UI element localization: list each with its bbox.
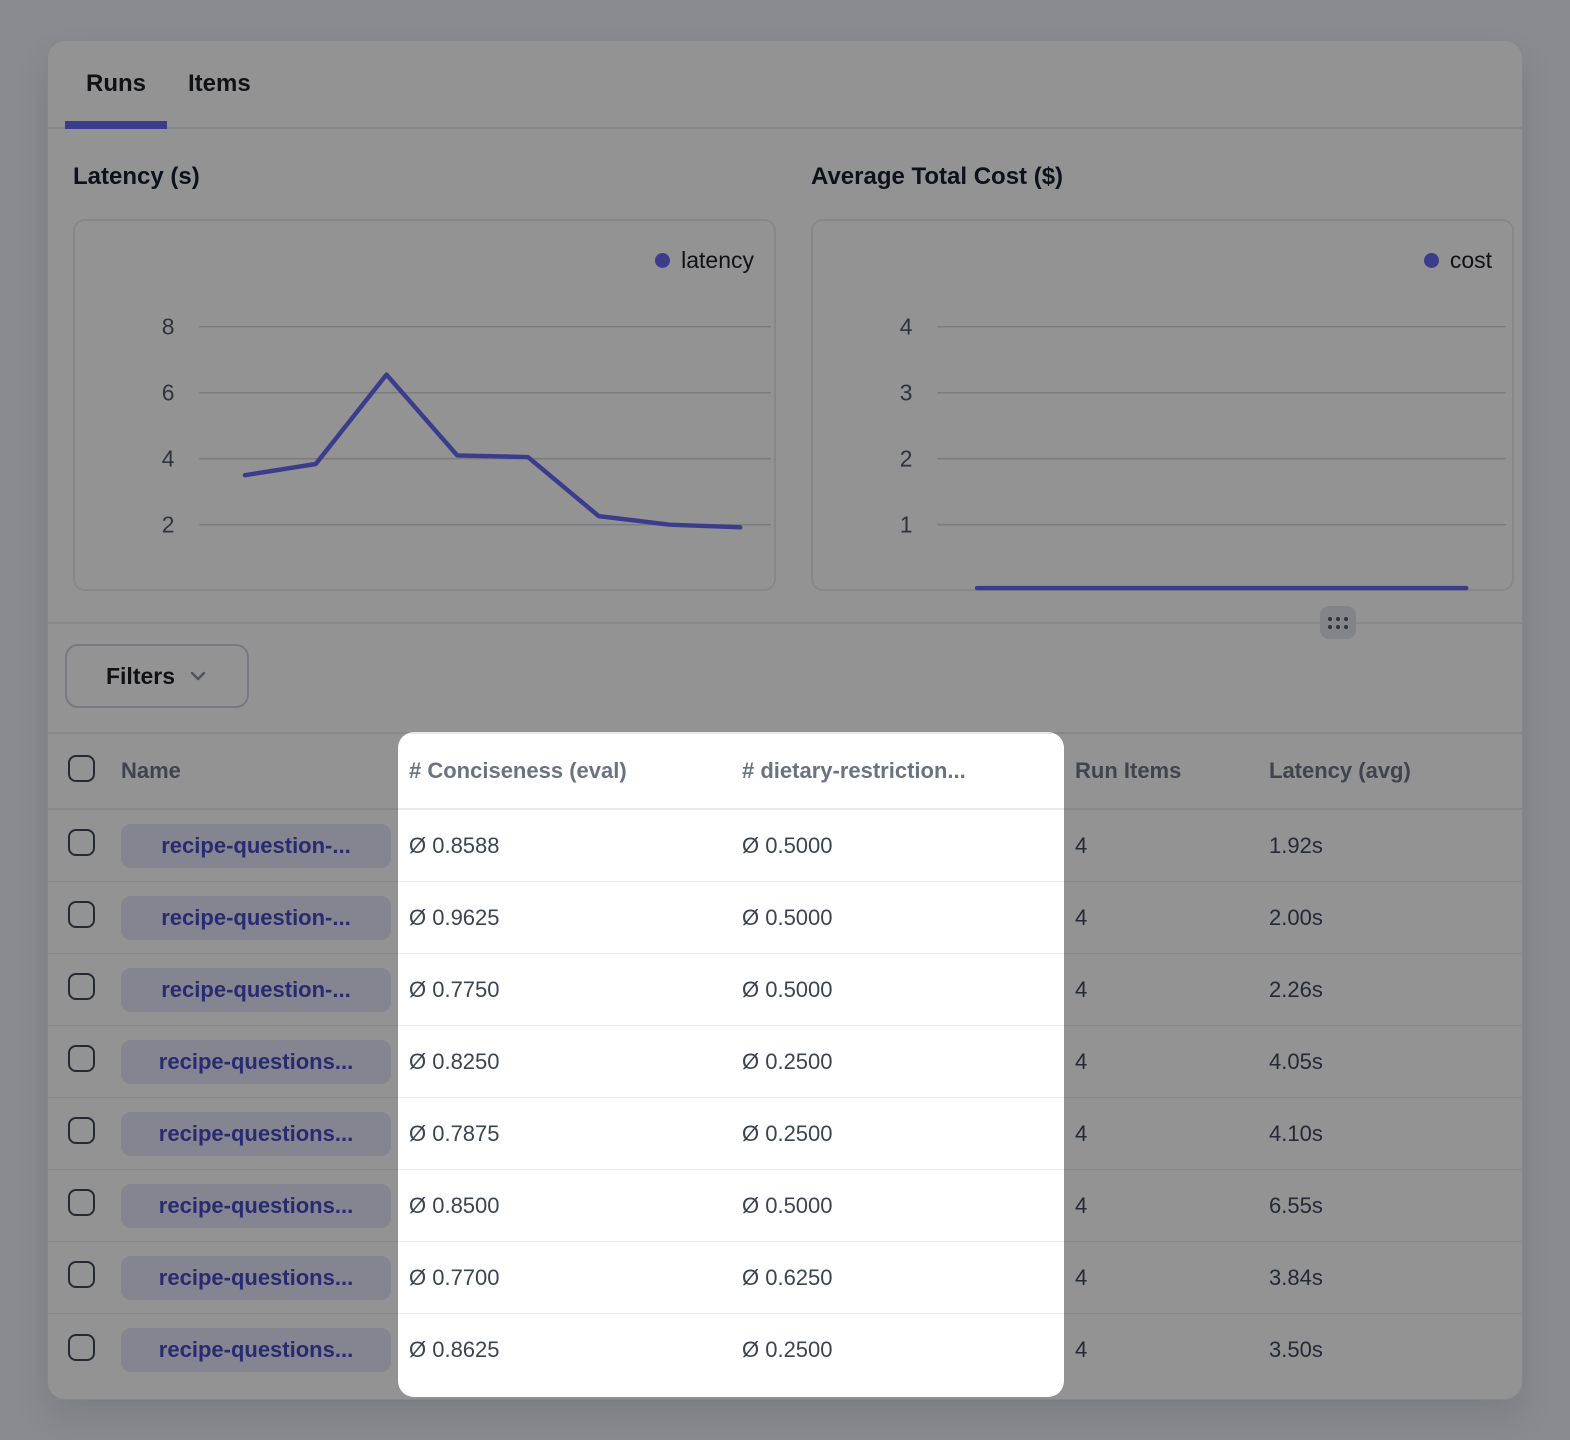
run-name-badge[interactable]: recipe-questions... — [121, 1328, 391, 1372]
latency-value: 4.05s — [1259, 1049, 1522, 1075]
row-checkbox[interactable] — [68, 1334, 95, 1361]
conciseness-value: Ø 0.8500 — [399, 1193, 732, 1219]
column-header-latency[interactable]: Latency (avg) — [1259, 758, 1522, 784]
column-header-run-items[interactable]: Run Items — [1065, 758, 1259, 784]
table-row[interactable]: recipe-questions... Ø 0.8250 Ø 0.2500 4 … — [48, 1026, 1522, 1098]
svg-text:1: 1 — [900, 512, 913, 538]
filters-button-label: Filters — [106, 663, 175, 690]
column-header-dietary-restriction[interactable]: # dietary-restriction... — [732, 758, 1065, 784]
row-checkbox[interactable] — [68, 1189, 95, 1216]
row-checkbox[interactable] — [68, 901, 95, 928]
svg-text:4: 4 — [162, 446, 175, 472]
dietary-value: Ø 0.2500 — [732, 1049, 1065, 1075]
row-checkbox[interactable] — [68, 1261, 95, 1288]
svg-text:2: 2 — [900, 446, 913, 472]
dietary-value: Ø 0.5000 — [732, 905, 1065, 931]
latency-value: 2.26s — [1259, 977, 1522, 1003]
resize-drag-handle[interactable] — [1320, 606, 1356, 639]
run-items-value: 4 — [1065, 1049, 1259, 1075]
latency-value: 1.92s — [1259, 833, 1522, 859]
latency-legend: latency — [655, 247, 754, 274]
dietary-value: Ø 0.5000 — [732, 833, 1065, 859]
run-items-value: 4 — [1065, 905, 1259, 931]
latency-legend-dot-icon — [655, 253, 670, 268]
run-name-badge[interactable]: recipe-question-... — [121, 968, 391, 1012]
latency-chart-svg: 2 4 6 8 — [75, 221, 774, 589]
run-items-value: 4 — [1065, 977, 1259, 1003]
run-items-value: 4 — [1065, 1193, 1259, 1219]
cost-chart: 1 2 3 4 cost — [811, 219, 1514, 591]
cost-legend-label: cost — [1450, 247, 1492, 274]
table-row[interactable]: recipe-question-... Ø 0.8588 Ø 0.5000 4 … — [48, 810, 1522, 882]
run-name-badge[interactable]: recipe-questions... — [121, 1040, 391, 1084]
svg-text:4: 4 — [900, 314, 913, 340]
column-header-conciseness[interactable]: # Conciseness (eval) — [399, 758, 732, 784]
runs-table: Name # Conciseness (eval) # dietary-rest… — [48, 732, 1522, 1386]
run-name-badge[interactable]: recipe-questions... — [121, 1256, 391, 1300]
select-all-checkbox[interactable] — [68, 755, 95, 782]
run-name-badge[interactable]: recipe-questions... — [121, 1184, 391, 1228]
dietary-value: Ø 0.5000 — [732, 977, 1065, 1003]
dataset-runs-panel: Runs Items Latency (s) Average Total Cos… — [47, 40, 1523, 1400]
table-row[interactable]: recipe-question-... Ø 0.7750 Ø 0.5000 4 … — [48, 954, 1522, 1026]
conciseness-value: Ø 0.7750 — [399, 977, 732, 1003]
latency-value: 2.00s — [1259, 905, 1522, 931]
latency-legend-label: latency — [681, 247, 754, 274]
tab-runs-label: Runs — [86, 70, 146, 98]
latency-value: 3.84s — [1259, 1265, 1522, 1291]
dietary-value: Ø 0.5000 — [732, 1193, 1065, 1219]
cost-legend-dot-icon — [1424, 253, 1439, 268]
row-checkbox[interactable] — [68, 1045, 95, 1072]
run-items-value: 4 — [1065, 1265, 1259, 1291]
table-row[interactable]: recipe-questions... Ø 0.7700 Ø 0.6250 4 … — [48, 1242, 1522, 1314]
drag-handle-icon — [1326, 615, 1350, 631]
screenshot-stage: Runs Items Latency (s) Average Total Cos… — [0, 0, 1570, 1440]
tab-bar: Runs Items — [48, 41, 1522, 129]
table-row[interactable]: recipe-questions... Ø 0.8500 Ø 0.5000 4 … — [48, 1170, 1522, 1242]
row-checkbox[interactable] — [68, 973, 95, 1000]
cost-legend: cost — [1424, 247, 1492, 274]
tab-runs[interactable]: Runs — [65, 41, 167, 127]
chevron-down-icon — [188, 666, 208, 686]
conciseness-value: Ø 0.9625 — [399, 905, 732, 931]
table-row[interactable]: recipe-question-... Ø 0.9625 Ø 0.5000 4 … — [48, 882, 1522, 954]
latency-chart: 2 4 6 8 latency — [73, 219, 776, 591]
latency-value: 4.10s — [1259, 1121, 1522, 1147]
dietary-value: Ø 0.2500 — [732, 1121, 1065, 1147]
svg-text:3: 3 — [900, 380, 913, 406]
run-items-value: 4 — [1065, 833, 1259, 859]
section-divider — [48, 622, 1522, 624]
svg-text:8: 8 — [162, 314, 175, 340]
active-tab-indicator — [65, 121, 167, 129]
filters-button[interactable]: Filters — [65, 644, 249, 708]
latency-value: 6.55s — [1259, 1193, 1522, 1219]
run-items-value: 4 — [1065, 1121, 1259, 1147]
cost-chart-title: Average Total Cost ($) — [811, 163, 1063, 191]
latency-value: 3.50s — [1259, 1337, 1522, 1363]
svg-text:2: 2 — [162, 512, 175, 538]
conciseness-value: Ø 0.7700 — [399, 1265, 732, 1291]
conciseness-value: Ø 0.7875 — [399, 1121, 732, 1147]
run-items-value: 4 — [1065, 1337, 1259, 1363]
conciseness-value: Ø 0.8588 — [399, 833, 732, 859]
table-row[interactable]: recipe-questions... Ø 0.8625 Ø 0.2500 4 … — [48, 1314, 1522, 1386]
run-name-badge[interactable]: recipe-question-... — [121, 824, 391, 868]
svg-text:6: 6 — [162, 380, 175, 406]
latency-chart-title: Latency (s) — [73, 163, 200, 191]
conciseness-value: Ø 0.8250 — [399, 1049, 732, 1075]
tab-items[interactable]: Items — [167, 41, 272, 127]
row-checkbox[interactable] — [68, 829, 95, 856]
run-name-badge[interactable]: recipe-questions... — [121, 1112, 391, 1156]
tab-items-label: Items — [188, 70, 251, 98]
column-header-name[interactable]: Name — [121, 758, 399, 784]
conciseness-value: Ø 0.8625 — [399, 1337, 732, 1363]
dietary-value: Ø 0.2500 — [732, 1337, 1065, 1363]
dietary-value: Ø 0.6250 — [732, 1265, 1065, 1291]
row-checkbox[interactable] — [68, 1117, 95, 1144]
table-header-row: Name # Conciseness (eval) # dietary-rest… — [48, 732, 1522, 810]
table-row[interactable]: recipe-questions... Ø 0.7875 Ø 0.2500 4 … — [48, 1098, 1522, 1170]
run-name-badge[interactable]: recipe-question-... — [121, 896, 391, 940]
cost-chart-svg: 1 2 3 4 — [813, 221, 1512, 589]
